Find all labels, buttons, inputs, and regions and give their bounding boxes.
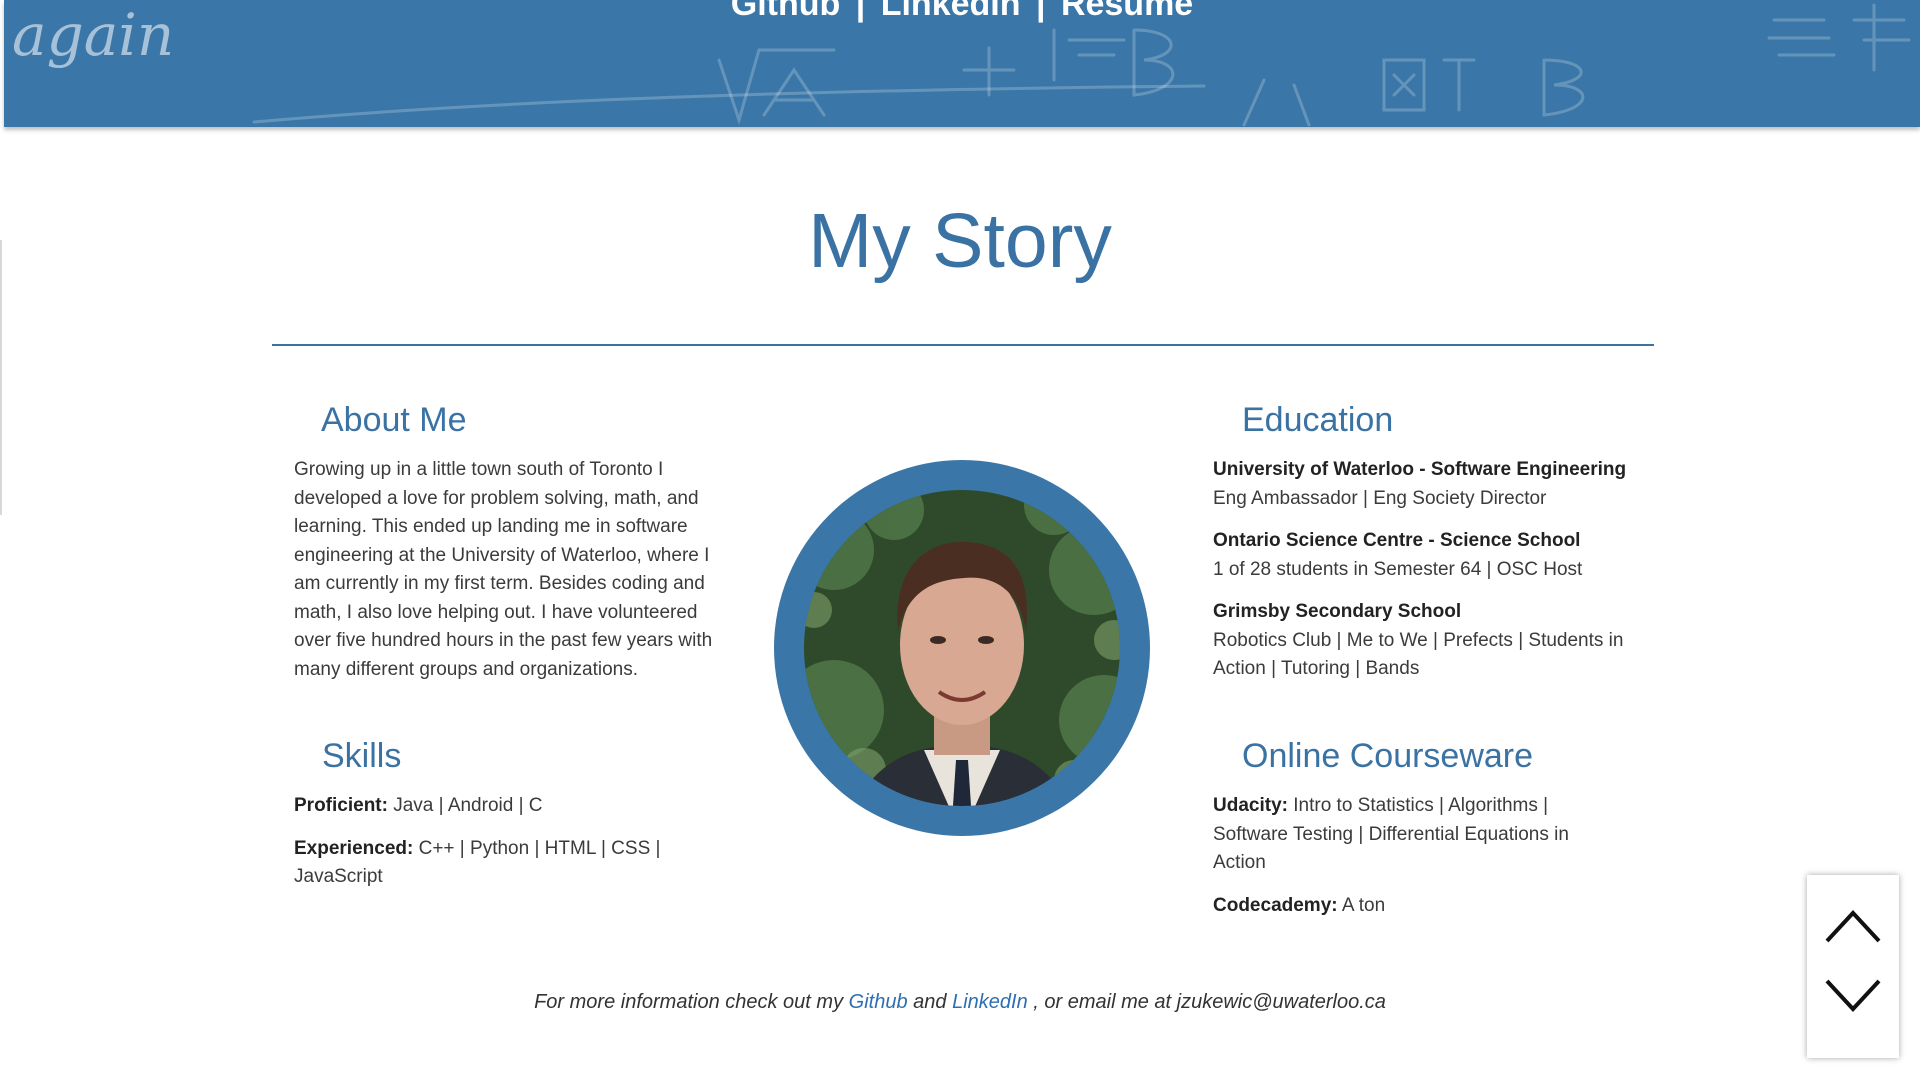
footer-prefix: For more information check out my	[534, 991, 844, 1013]
education-list: University of Waterloo - Software Engine…	[1213, 456, 1643, 684]
page: again Github | LinkedIn | Resume My Stor…	[0, 0, 1920, 1080]
nav-separator: |	[855, 0, 866, 23]
skill-value: Java | Android | C	[393, 795, 543, 816]
courseware-item: Udacity: Intro to Statistics | Algorithm…	[1213, 792, 1623, 878]
school-details: Robotics Club | Me to We | Prefects | St…	[1213, 629, 1624, 680]
page-title: My Story	[808, 198, 1112, 284]
nav-github-link[interactable]: Github	[731, 0, 841, 23]
courseware-list: Udacity: Intro to Statistics | Algorithm…	[1213, 792, 1623, 920]
nav-linkedin-link[interactable]: LinkedIn	[881, 0, 1021, 23]
education-item: University of Waterloo - Software Engine…	[1213, 456, 1643, 513]
scroll-down-button[interactable]	[1807, 965, 1899, 1055]
skill-label: Experienced:	[294, 837, 414, 859]
courseware-heading: Online Courseware	[1242, 737, 1534, 775]
footer-linkedin-link[interactable]: LinkedIn	[952, 991, 1028, 1013]
title-divider	[272, 344, 1654, 346]
chevron-up-icon	[1825, 910, 1881, 943]
profile-photo-image	[804, 490, 1120, 806]
courseware-item: Codecademy: A ton	[1213, 892, 1623, 921]
education-item: Grimsby Secondary School Robotics Club |…	[1213, 598, 1643, 684]
nav-resume-link[interactable]: Resume	[1061, 0, 1193, 23]
footer-github-link[interactable]: Github	[849, 991, 908, 1013]
school-name: Grimsby Secondary School	[1213, 601, 1462, 622]
about-heading: About Me	[321, 401, 467, 439]
skills-list: Proficient: Java | Android | C Experienc…	[294, 792, 724, 892]
school-name: University of Waterloo - Software Engine…	[1213, 459, 1627, 480]
courseware-label: Codecademy:	[1213, 894, 1338, 916]
courseware-value: A ton	[1341, 894, 1386, 916]
nav-separator: |	[1035, 0, 1046, 23]
scroll-widget	[1807, 875, 1899, 1058]
profile-photo	[774, 460, 1150, 836]
school-name: Ontario Science Centre - Science School	[1213, 530, 1581, 551]
about-paragraph: Growing up in a little town south of Tor…	[294, 459, 713, 680]
scroll-up-button[interactable]	[1807, 875, 1899, 965]
skills-heading: Skills	[322, 737, 402, 775]
about-text: Growing up in a little town south of Tor…	[294, 456, 729, 684]
footer: For more information check out my Github…	[0, 991, 1920, 1014]
footer-suffix: , or email me at jzukewic@uwaterloo.ca	[1033, 991, 1386, 1013]
skill-label: Proficient:	[294, 795, 388, 816]
school-details: Eng Ambassador | Eng Society Director	[1213, 487, 1547, 509]
chevron-down-icon	[1825, 979, 1881, 1012]
education-heading: Education	[1242, 401, 1394, 439]
skill-row-proficient: Proficient: Java | Android | C	[294, 792, 724, 821]
school-details: 1 of 28 students in Semester 64 | OSC Ho…	[1213, 558, 1583, 580]
courseware-label: Udacity:	[1213, 795, 1288, 816]
skill-row-experienced: Experienced: C++ | Python | HTML | CSS |…	[294, 835, 724, 892]
header-banner: again Github | LinkedIn | Resume	[4, 0, 1920, 127]
top-nav: Github | LinkedIn | Resume	[4, 0, 1920, 24]
footer-and: and	[913, 991, 947, 1013]
education-item: Ontario Science Centre - Science School …	[1213, 527, 1643, 584]
